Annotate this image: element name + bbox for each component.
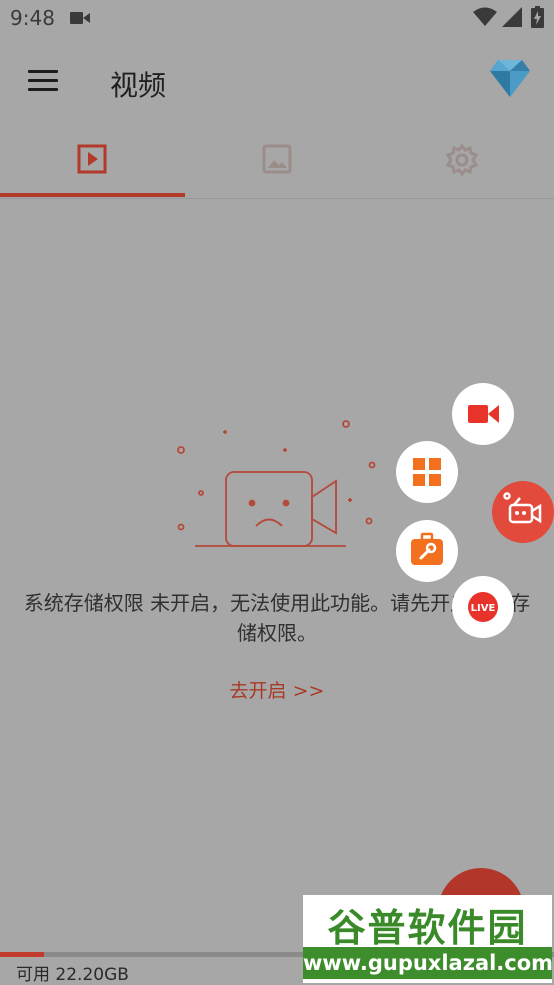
camera-recorder-icon xyxy=(503,492,542,524)
open-permission-link[interactable]: 去开启 >> xyxy=(0,676,554,703)
grid-tools-icon xyxy=(413,458,441,486)
screen-record-icon xyxy=(70,12,90,24)
video-play-icon xyxy=(77,144,107,174)
gear-icon xyxy=(446,144,478,176)
watermark-brand: 谷普软件园 xyxy=(327,906,528,950)
app-bar: 视频 xyxy=(0,36,554,125)
live-icon: LIVE xyxy=(468,592,498,622)
tab-indicator xyxy=(0,193,185,197)
fab-tools-button[interactable] xyxy=(396,441,458,503)
page-title: 视频 xyxy=(110,69,167,102)
tab-image[interactable] xyxy=(185,124,369,198)
tab-settings[interactable] xyxy=(369,124,553,198)
image-icon xyxy=(262,144,292,174)
tab-bar xyxy=(0,124,554,199)
storage-progress-fill xyxy=(0,952,45,957)
signal-icon xyxy=(502,7,522,27)
fab-record-video-button[interactable] xyxy=(452,383,514,445)
watermark-url: www.gupuxlazal.com xyxy=(303,947,553,979)
watermark-logo: 谷普软件园 www.gupuxlazal.com xyxy=(303,895,553,983)
fab-main-button[interactable] xyxy=(492,481,554,543)
sad-camera-illustration xyxy=(177,420,376,547)
battery-icon xyxy=(531,6,544,28)
storage-label: 可用 22.20GB xyxy=(16,965,129,985)
wifi-icon xyxy=(473,7,497,26)
diamond-icon[interactable] xyxy=(489,58,531,98)
tab-video[interactable] xyxy=(0,124,184,198)
toolbox-icon xyxy=(411,532,443,565)
live-label: LIVE xyxy=(471,603,496,614)
fab-toolbox-button[interactable] xyxy=(396,520,458,582)
fab-live-button[interactable]: LIVE xyxy=(452,576,514,638)
video-camera-icon xyxy=(468,405,499,423)
status-time: 9:48 xyxy=(10,6,55,30)
hamburger-menu-icon[interactable] xyxy=(28,70,58,92)
status-bar: 9:48 xyxy=(0,0,554,36)
